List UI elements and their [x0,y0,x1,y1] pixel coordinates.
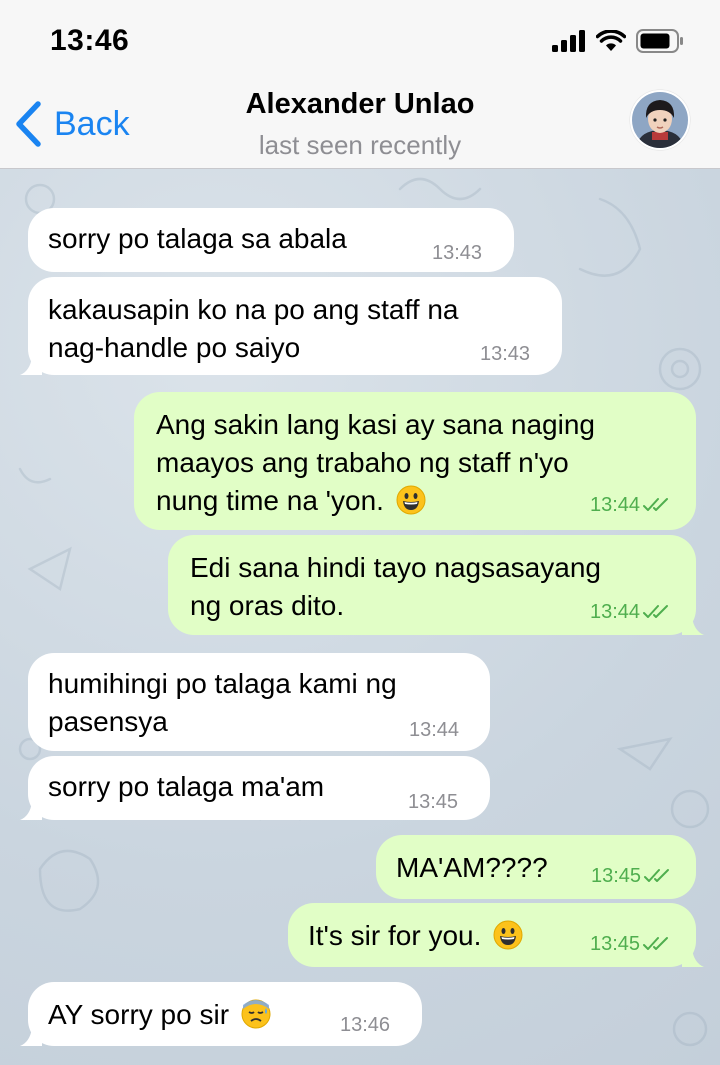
message-text: sorry po talaga sa abala [48,220,347,258]
signal-icon [552,30,585,52]
message-line: ng oras dito. [190,590,345,621]
message-line: humihingi po talaga kami ng [48,668,397,699]
message-meta: 13:43 [480,343,530,365]
message-meta: 13:44 [409,719,459,741]
message-line: sorry po talaga ma'am [48,771,325,802]
status-time: 13:46 [50,24,130,57]
message-text: It's sir for you. [308,917,523,955]
message-text: sorry po talaga ma'am [48,768,324,806]
grinning-face-emoji [396,485,426,515]
message-time: 13:45 [591,865,642,887]
message-time: 13:45 [408,791,459,813]
chat-title[interactable]: Alexander Unlao [160,88,560,121]
incoming-message[interactable]: sorry po talaga sa abala 13:43 [28,208,514,272]
bubble-tail [682,945,704,967]
message-list[interactable]: sorry po talaga sa abala 13:43 kakausapin … [0,169,720,1065]
message-time: 13:43 [432,242,483,264]
message-meta: 13:45 [590,933,673,955]
bubble-tail [20,798,42,820]
battery-icon [636,29,683,53]
message-meta: 13:44 [590,601,673,623]
chevron-left-icon [16,101,41,147]
status-icons [552,24,684,58]
message-time: 13:43 [480,343,531,365]
message-line: kakausapin ko na po ang staff na [48,294,459,325]
incoming-message[interactable]: AY sorry po sir 13:46 [20,982,422,1046]
message-text: Ang sakin lang kasi ay sana naging maayos… [156,406,595,520]
bubble-tail [20,353,42,375]
wifi-icon [596,30,626,51]
bubble-tail [20,1024,42,1046]
message-text: humihingi po talaga kami ng pasensya [48,665,397,741]
double-check-icon [643,605,669,618]
message-meta: 13:43 [432,242,482,264]
message-text: MA'AM???? [396,849,548,887]
outgoing-message[interactable]: It's sir for you. 13:45 [288,903,704,967]
avatar[interactable] [630,90,690,150]
outgoing-message[interactable]: MA'AM???? 13:45 [376,835,696,899]
double-check-icon [643,937,669,950]
message-time: 13:44 [590,601,641,623]
incoming-message[interactable]: humihingi po talaga kami ng pasensya 13:44 [28,653,490,751]
message-meta: 13:44 [590,494,673,516]
message-time: 13:44 [590,494,641,516]
chat-status: last seen recently [258,130,462,160]
message-line: MA'AM???? [396,852,548,883]
back-button[interactable]: Back [14,98,130,150]
chat-header: Back Alexander Unlao last seen recently [0,80,720,169]
message-meta: 13:46 [340,1014,390,1036]
incoming-message[interactable]: kakausapin ko na po ang staff na nag-hand… [20,277,562,375]
message-text: Edi sana hindi tayo nagsasayang ng oras d… [190,549,601,625]
downcast-sweat-face-emoji [241,999,271,1029]
outgoing-message[interactable]: Ang sakin lang kasi ay sana naging maayos… [134,392,696,530]
incoming-message[interactable]: sorry po talaga ma'am 13:45 [20,756,490,820]
message-line: Ang sakin lang kasi ay sana naging [156,409,595,440]
message-line: pasensya [48,706,168,737]
double-check-icon [643,498,669,511]
message-text: AY sorry po sir [48,996,271,1034]
back-label: Back [54,104,130,143]
message-meta: 13:45 [408,791,458,813]
double-check-icon [644,869,670,882]
status-bar: 13:46 [0,0,720,80]
message-line: It's sir for you. [308,917,523,955]
grinning-face-emoji [493,920,523,950]
message-line: maayos ang trabaho ng staff n'yo [156,447,569,478]
message-line: sorry po talaga sa abala [48,223,347,254]
message-time: 13:46 [340,1014,391,1036]
message-line: AY sorry po sir [48,996,271,1034]
message-text: kakausapin ko na po ang staff na nag-hand… [48,291,458,367]
bubble-tail [682,613,704,635]
message-time: 13:44 [409,719,460,741]
message-time: 13:45 [590,933,641,955]
outgoing-message[interactable]: Edi sana hindi tayo nagsasayang ng oras d… [168,535,704,635]
message-meta: 13:45 [591,865,674,887]
message-line: nung time na 'yon. [156,482,595,520]
message-line: Edi sana hindi tayo nagsasayang [190,552,601,583]
message-line: nag-handle po saiyo [48,332,301,363]
